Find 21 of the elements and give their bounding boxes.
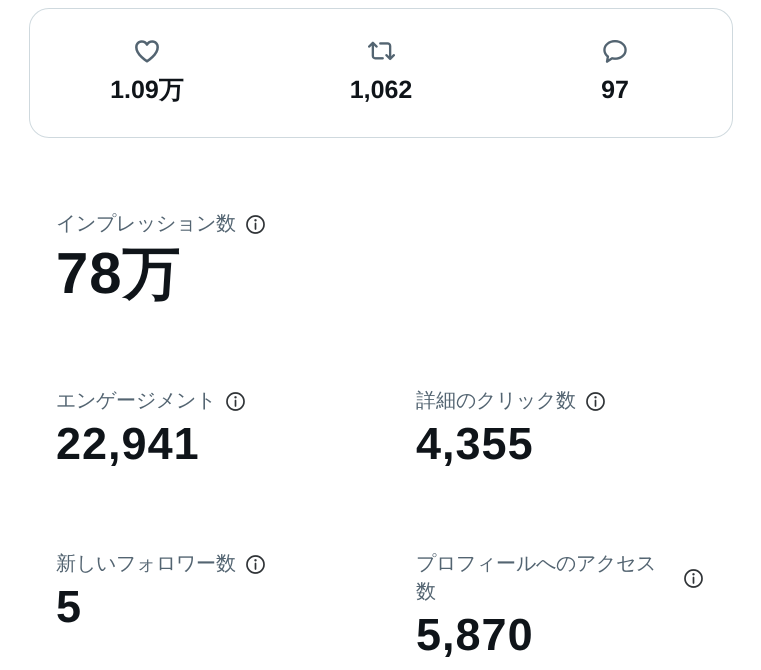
metric-value: 5 [56,582,82,632]
reply-count: 97 [601,75,629,105]
info-icon[interactable] [246,554,265,574]
info-icon[interactable] [226,392,245,410]
metric-label: 詳細のクリック数 [416,389,576,414]
metric-label: エンゲージメント [56,389,216,414]
repost-count: 1,062 [350,75,412,105]
metric-value: 5,870 [416,610,534,660]
cycle-arrows-icon [368,41,394,61]
info-icon[interactable] [586,392,605,410]
heart-icon [135,40,159,63]
info-icon[interactable] [684,568,703,588]
like-count: 1.09万 [110,75,184,105]
metric-value: 22,941 [56,419,200,469]
metric-value: 4,355 [416,419,534,469]
metric-label: 新しいフォロワー数 [56,552,236,577]
metric-label: インプレッション数 [56,212,236,237]
info-icon[interactable] [246,214,265,234]
metric-value: 78万 [56,242,182,306]
speech-bubble-icon [603,40,627,63]
metric-label: プロフィールへのアクセス数 [416,552,657,605]
